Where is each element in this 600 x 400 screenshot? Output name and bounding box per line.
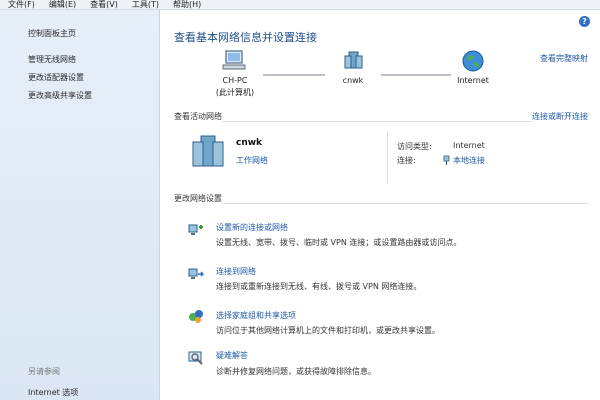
troubleshoot-description: 诊断并修复网络问题，或获得故障排除信息。 — [216, 367, 376, 376]
map-connector-line — [381, 74, 451, 76]
connect-to-network-description: 连接到或重新连接到无线、有线、拨号或 VPN 网络连接。 — [216, 282, 422, 291]
connect-disconnect-link[interactable]: 连接或断开连接 — [532, 111, 588, 122]
divider — [387, 132, 388, 184]
map-node-network[interactable]: cnwk — [331, 50, 375, 86]
ethernet-icon — [443, 155, 450, 165]
internet-label: Internet — [457, 76, 489, 85]
main-content: ? 查看基本网络信息并设置连接 查看完整映射 CH-PC (此计算机) cnwk… — [161, 10, 600, 400]
page-title: 查看基本网络信息并设置连接 — [174, 31, 317, 44]
menu-help[interactable]: 帮助(H) — [165, 0, 207, 10]
left-navigation-pane: 控制面板主页 管理无线网络 更改适配器设置 更改高级共享设置 另请参阅 Inte… — [0, 10, 160, 400]
help-icon[interactable]: ? — [579, 16, 590, 27]
menu-edit[interactable]: 编辑(E) — [41, 0, 82, 10]
active-networks-title: 查看活动网络 — [174, 111, 222, 122]
network-name: cnwk — [342, 76, 364, 85]
network-type-link[interactable]: 工作网络 — [236, 155, 268, 166]
menu-tools[interactable]: 工具(T) — [124, 0, 165, 10]
see-also-header: 另请参阅 — [28, 367, 60, 376]
change-settings-section-header: 更改网络设置 — [174, 193, 588, 204]
active-networks-section-header: 查看活动网络 连接或断开连接 — [174, 111, 588, 122]
network-icon — [344, 51, 363, 69]
local-connection-link[interactable]: 本地连接 — [453, 155, 485, 166]
setup-new-connection-description: 设置无线、宽带、拨号、临时或 VPN 连接；或设置路由器或访问点。 — [216, 238, 462, 247]
control-panel-home-link[interactable]: 控制面板主页 — [28, 28, 76, 39]
active-network-icon — [192, 135, 224, 167]
menu-file[interactable]: 文件(F) — [0, 0, 41, 10]
computer-icon — [222, 50, 246, 70]
new-connection-icon — [188, 224, 203, 235]
change-settings-title: 更改网络设置 — [174, 193, 222, 204]
computer-sub-label: (此计算机) — [215, 88, 255, 97]
connect-network-icon — [188, 268, 204, 279]
troubleshoot-link[interactable]: 疑难解答 — [216, 350, 248, 361]
access-type-label: 访问类型: — [397, 142, 432, 151]
internet-options-link[interactable]: Internet 选项 — [28, 387, 78, 398]
homegroup-icon — [189, 310, 203, 323]
map-connector-line — [263, 74, 325, 76]
map-node-internet[interactable]: Internet — [451, 50, 495, 86]
globe-icon — [462, 50, 484, 72]
menu-view[interactable]: 查看(V) — [82, 0, 124, 10]
homegroup-sharing-link[interactable]: 选择家庭组和共享选项 — [216, 310, 296, 321]
connection-label: 连接: — [397, 156, 416, 165]
setup-new-connection-link[interactable]: 设置新的连接或网络 — [216, 222, 288, 233]
homegroup-sharing-description: 访问位于其他网络计算机上的文件和打印机，或更改共享设置。 — [216, 326, 440, 335]
see-full-map-link[interactable]: 查看完整映射 — [540, 53, 588, 64]
manage-wireless-networks-link[interactable]: 管理无线网络 — [28, 54, 76, 65]
map-node-computer[interactable]: CH-PC (此计算机) — [213, 50, 257, 98]
access-type-value: Internet — [453, 141, 485, 150]
change-advanced-sharing-link[interactable]: 更改高级共享设置 — [28, 90, 92, 101]
change-adapter-settings-link[interactable]: 更改适配器设置 — [28, 72, 84, 83]
menu-bar: 文件(F) 编辑(E) 查看(V) 工具(T) 帮助(H) — [0, 0, 600, 10]
computer-name: CH-PC — [222, 76, 248, 85]
active-network-name: cnwk — [236, 138, 263, 148]
connect-to-network-link[interactable]: 连接到网络 — [216, 266, 256, 277]
troubleshoot-icon — [188, 351, 203, 365]
